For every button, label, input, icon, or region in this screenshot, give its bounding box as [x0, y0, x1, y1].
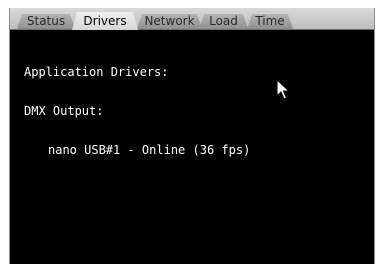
tab-status[interactable]: Status	[17, 14, 75, 29]
tab-load[interactable]: Load	[199, 14, 248, 29]
tab-time[interactable]: Time	[247, 14, 293, 29]
drivers-panel: Status Drivers Network Load Time Applica…	[9, 8, 375, 264]
tab-bar: Status Drivers Network Load Time	[10, 8, 374, 30]
dmx-output-heading: DMX Output:	[24, 104, 104, 118]
tab-network[interactable]: Network	[137, 14, 202, 29]
tab-drivers[interactable]: Drivers	[72, 12, 138, 30]
application-drivers-heading: Application Drivers:	[24, 65, 169, 79]
dmx-device-status: nano USB#1 - Online (36 fps)	[48, 143, 251, 157]
driver-status-text: Application Drivers: DMX Output: nano US…	[24, 40, 250, 183]
